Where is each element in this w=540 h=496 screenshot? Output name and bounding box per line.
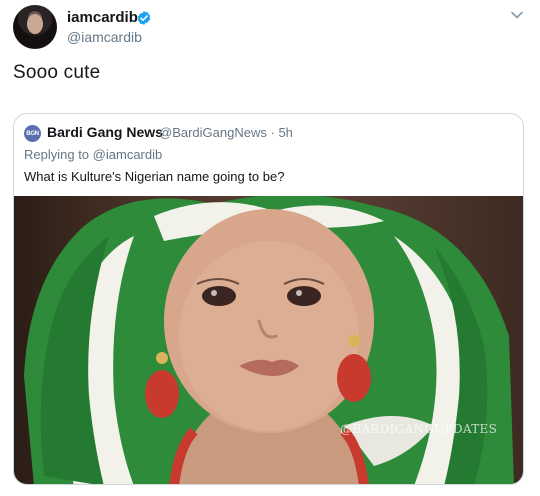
quoted-avatar-label: BGN — [26, 130, 39, 137]
replying-to-label: Replying to — [24, 147, 90, 162]
child-headwrap-illustration — [24, 196, 514, 484]
author-name[interactable]: iamcardib — [67, 9, 138, 26]
quoted-tweet-card[interactable]: BGN Bardi Gang News @BardiGangNews · 5h … — [13, 113, 524, 485]
quoted-timestamp[interactable]: 5h — [278, 125, 292, 140]
quoted-avatar[interactable]: BGN — [24, 125, 41, 142]
avatar[interactable] — [13, 5, 57, 49]
tweet: iamcardib @iamcardib Sooo cute BGN Bardi… — [0, 0, 540, 496]
tweet-text: Sooo cute — [13, 62, 101, 83]
replying-to-user[interactable]: @iamcardib — [93, 147, 163, 162]
quoted-photo[interactable]: @BARDIGANGUPDATES — [14, 196, 523, 484]
chevron-down-icon — [511, 11, 523, 19]
image-watermark: @BARDIGANGUPDATES — [340, 422, 498, 436]
author-handle[interactable]: @iamcardib — [67, 29, 142, 45]
verified-badge-icon — [137, 11, 151, 25]
replying-to-line: Replying to @iamcardib — [24, 147, 162, 162]
quoted-author-handle[interactable]: @BardiGangNews — [159, 125, 267, 140]
quoted-tweet-text: What is Kulture's Nigerian name going to… — [24, 169, 285, 184]
quoted-author-name[interactable]: Bardi Gang News — [47, 124, 163, 140]
quoted-meta: @BardiGangNews · 5h — [159, 125, 293, 140]
tweet-menu-button[interactable] — [508, 6, 526, 24]
meta-separator: · — [270, 125, 275, 140]
